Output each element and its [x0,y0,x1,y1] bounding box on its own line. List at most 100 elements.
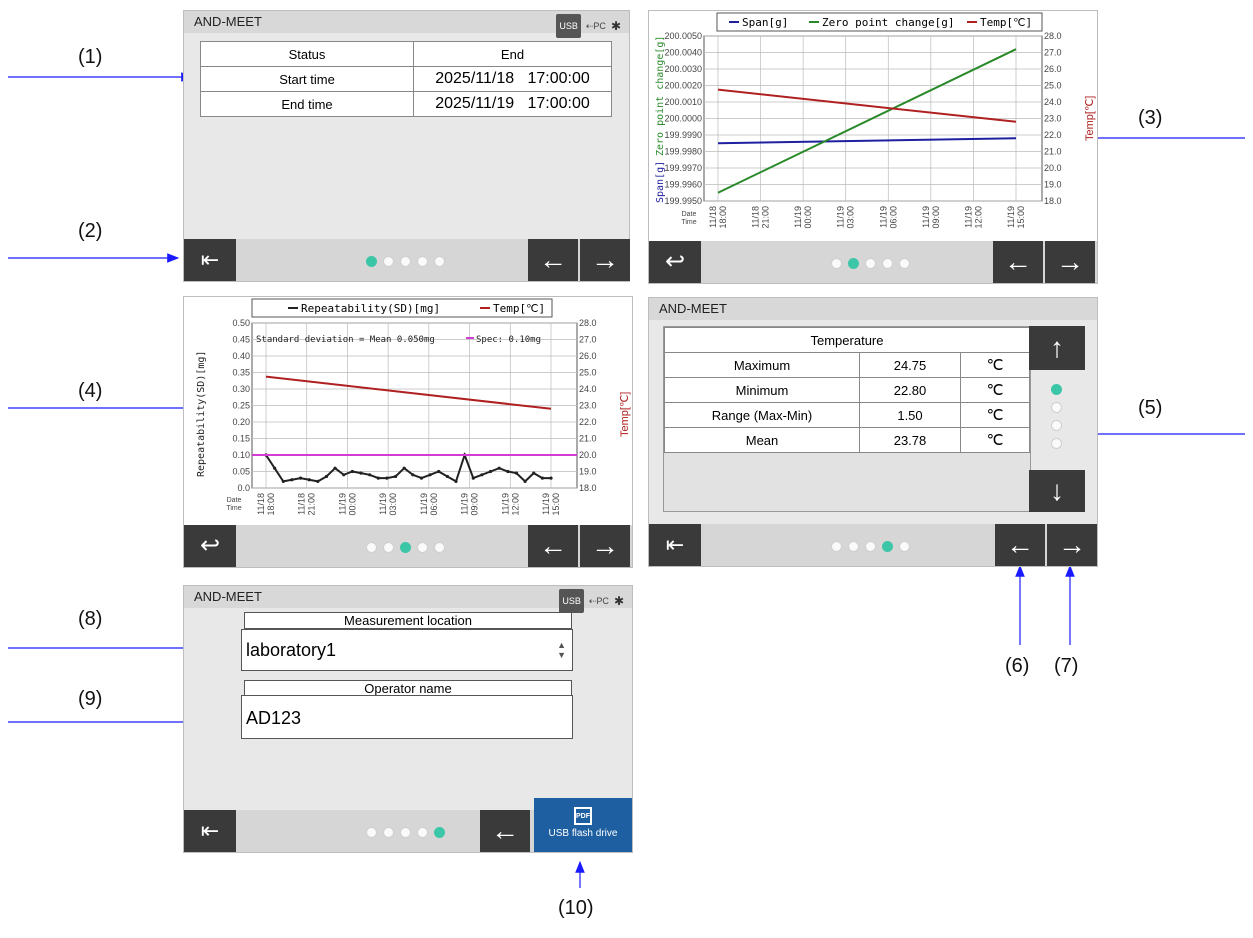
page-dot[interactable] [383,542,394,553]
scroll-down-button[interactable]: ↓ [1029,470,1085,512]
page-dot[interactable] [434,827,445,838]
time-label: Time [226,505,241,512]
page-dot[interactable] [1051,438,1062,449]
operator-input[interactable]: AD123 [241,695,573,739]
exit-button[interactable]: ⇤ [649,524,701,566]
vertical-page-indicator [1051,384,1062,449]
page-dot[interactable] [848,541,859,552]
data-point [342,473,346,477]
page-dot[interactable] [434,256,445,267]
page-dot[interactable] [899,541,910,552]
y-tick-label: 200.0010 [664,97,702,107]
next-button[interactable]: → [580,525,630,567]
data-point [298,476,303,480]
page-dot[interactable] [383,256,394,267]
y-right-tick-label: 23.0 [1044,114,1062,124]
page-indicator [366,256,445,267]
data-point [532,471,536,475]
table-row: Maximum 24.75 ℃ [664,352,1030,378]
usb-flash-drive-button[interactable]: PDF USB flash drive [534,798,632,852]
span-chart: Span[g] Zero point change[g] Temp[℃] 200… [649,11,1097,241]
y-right-tick-label: 25.0 [1044,81,1062,91]
exit-button[interactable]: ⇤ [184,810,236,852]
prev-button[interactable]: ← [480,810,530,852]
x-tick-time: 06:00 [888,206,898,229]
return-button[interactable]: ↩ [649,241,701,283]
page-dot[interactable] [366,827,377,838]
next-button[interactable]: → [1047,524,1097,566]
page-indicator [366,827,445,838]
status-value: End [413,41,612,67]
page-dot[interactable] [899,258,910,269]
prev-button[interactable]: ← [995,524,1045,566]
exit-button[interactable]: ⇤ [184,239,236,281]
next-button[interactable]: → [1045,241,1095,283]
page-dot[interactable] [400,827,411,838]
next-button[interactable]: → [580,239,630,281]
y-tick-label: 0.10 [232,450,250,460]
page-dot[interactable] [417,256,428,267]
x-tick-time: 18:00 [266,493,276,516]
data-point [307,478,311,482]
repeatability-chart-screen: Repeatability(SD)[mg] Temp[℃] 0.50 0.45 0.… [183,296,633,568]
y-axis-label-sd: Repeatability(SD)[mg] [196,351,207,477]
page-dot[interactable] [831,258,842,269]
page-dot[interactable] [831,541,842,552]
page-dot[interactable] [865,541,876,552]
data-point [411,473,415,477]
page-dot[interactable] [882,258,893,269]
stat-label: Minimum [664,377,860,403]
page-dot[interactable] [434,542,445,553]
page-indicator [831,541,910,552]
prev-button[interactable]: ← [993,241,1043,283]
page-dot[interactable] [400,256,411,267]
page-dot[interactable] [882,541,893,552]
data-point [454,479,458,483]
y-right-tick-label: 27.0 [1044,48,1062,58]
x-tick-label: 11/19 03:00 [378,493,398,516]
stat-value: 23.78 [859,427,961,453]
usb-flash-drive-label: USB flash drive [548,828,618,839]
page-dot[interactable] [417,827,428,838]
location-title: Measurement location [244,612,572,629]
page-dot[interactable] [366,256,377,267]
page-dot[interactable] [1051,384,1062,395]
page-dot[interactable] [865,258,876,269]
page-dot[interactable] [400,542,411,553]
return-button[interactable]: ↩ [184,525,236,567]
bluetooth-icon: ✱ [613,594,624,608]
prev-button[interactable]: ← [528,525,578,567]
status-label: Status [200,41,414,67]
page-dot[interactable] [417,542,428,553]
data-point [480,473,484,477]
app-title-bar: AND-MEET [649,298,1097,320]
page-dot[interactable] [1051,402,1062,413]
location-select[interactable]: laboratory1 ▲ ▼ [241,629,573,671]
stat-value: 1.50 [859,402,961,428]
table-row: Temperature [664,327,1030,353]
y-right-ticks: 28.0 27.0 26.0 25.0 24.0 23.0 22.0 21.0 20.0 19.0… [1044,31,1062,206]
x-tick-date: 11/18 [297,493,307,515]
y-right-tick-label: 24.0 [1044,97,1062,107]
y-tick-label: 0.35 [232,368,250,378]
data-point [324,474,329,479]
page-dot[interactable] [848,258,859,269]
page-dot[interactable] [366,542,377,553]
page-dot[interactable] [383,827,394,838]
usb-status-icon: USB [559,589,584,613]
callout-6: (6) [1005,655,1030,677]
stat-value: 24.75 [859,352,961,378]
x-tick-label: 11/19 03:00 [836,206,856,229]
callout-9: (9) [78,688,103,710]
y-tick-label: 199.9980 [664,147,702,157]
bluetooth-icon: ✱ [610,19,621,33]
usb-status-icon: USB [556,14,581,38]
scroll-up-button[interactable]: ↑ [1029,326,1085,370]
repeatability-chart: Repeatability(SD)[mg] Temp[℃] 0.500.450.… [184,297,632,525]
prev-button[interactable]: ← [528,239,578,281]
date-label: Date [227,497,242,504]
x-tick-time: 21:00 [761,206,771,229]
page-dot[interactable] [1051,420,1062,431]
data-point [497,466,501,470]
y-right-tick-label: 27.0 [579,335,597,345]
